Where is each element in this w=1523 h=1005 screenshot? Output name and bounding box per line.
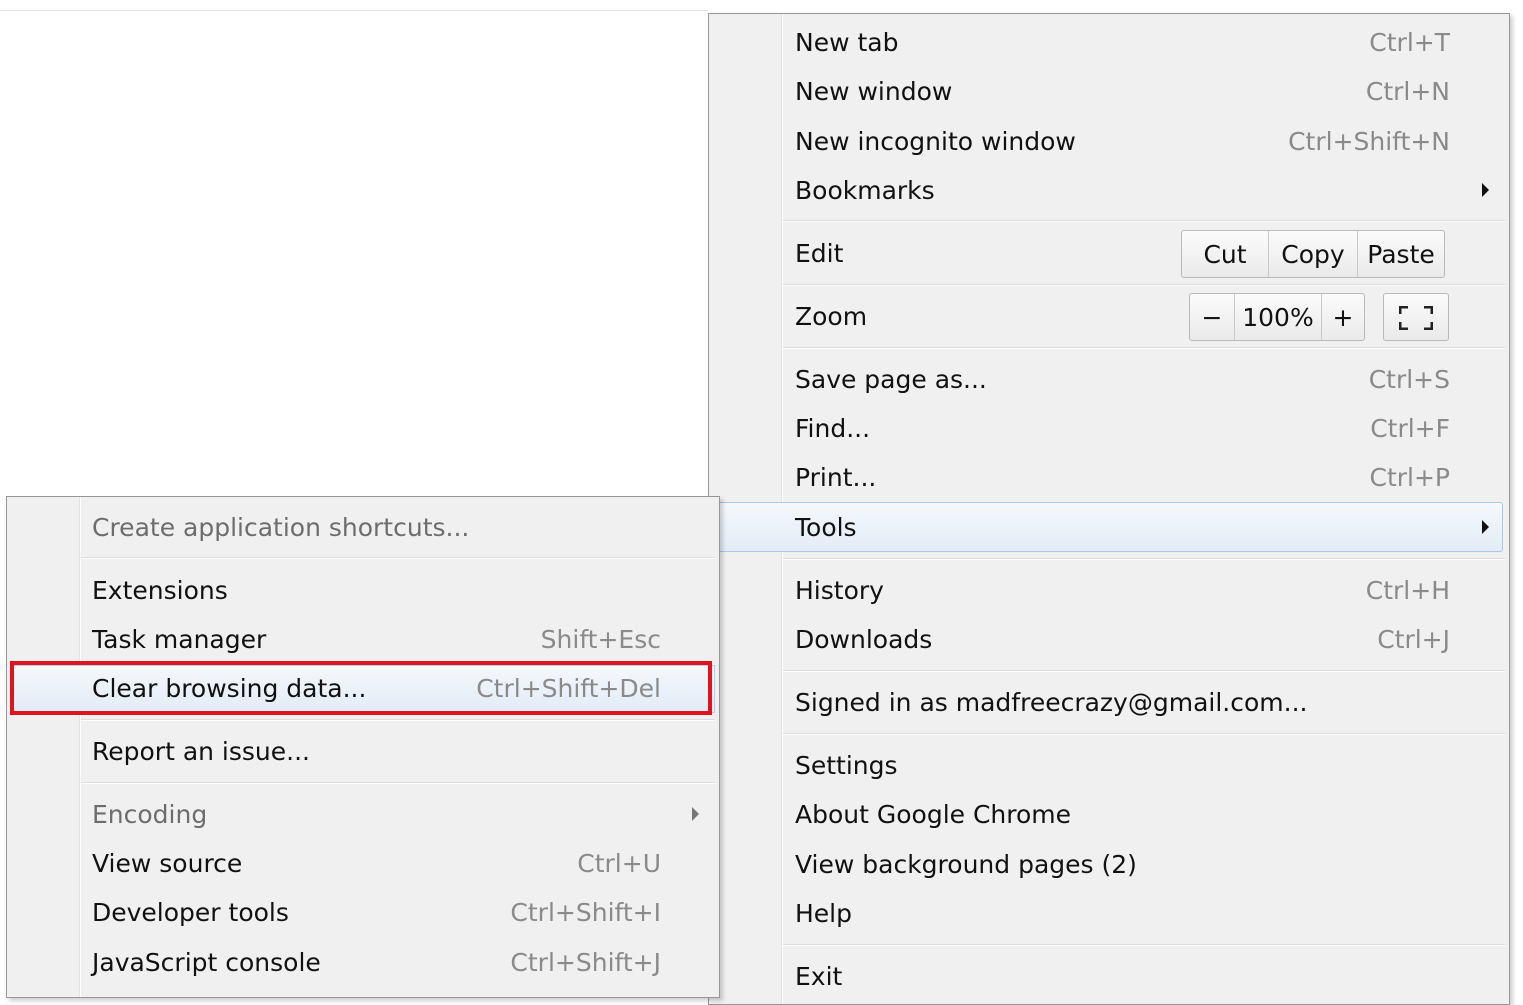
menu-item-label: Edit — [795, 238, 844, 268]
menu-item-new-incognito-window[interactable]: New incognito window Ctrl+Shift+N — [709, 117, 1509, 165]
menu-item-label: Signed in as madfreecrazy@gmail.com... — [795, 687, 1308, 717]
page-top-border — [0, 10, 708, 11]
submenu-item-extensions[interactable]: Extensions — [7, 566, 719, 614]
submenu-item-javascript-console[interactable]: JavaScript console Ctrl+Shift+J — [7, 938, 719, 986]
menu-item-print[interactable]: Print... Ctrl+P — [709, 453, 1509, 501]
submenu-arrow-icon — [1482, 183, 1489, 197]
menu-item-label: New tab — [795, 27, 899, 57]
menu-item-shortcut: Ctrl+S — [1368, 364, 1450, 394]
menu-separator — [783, 347, 1505, 349]
submenu-item-developer-tools[interactable]: Developer tools Ctrl+Shift+I — [7, 888, 719, 936]
copy-button[interactable]: Copy — [1269, 231, 1358, 277]
menu-item-label: Bookmarks — [795, 175, 935, 205]
menu-item-new-tab[interactable]: New tab Ctrl+T — [709, 18, 1509, 66]
menu-separator — [783, 220, 1505, 222]
menu-item-shortcut: Ctrl+J — [1377, 624, 1450, 654]
zoom-button-group: − 100% + — [1189, 293, 1365, 341]
edit-button-group: Cut Copy Paste — [1181, 230, 1445, 278]
menu-item-label: Downloads — [795, 624, 933, 654]
zoom-in-button[interactable]: + — [1322, 294, 1364, 340]
menu-separator — [81, 557, 715, 559]
menu-item-save-page-as[interactable]: Save page as... Ctrl+S — [709, 355, 1509, 403]
menu-separator — [783, 733, 1505, 735]
menu-item-label: About Google Chrome — [795, 799, 1072, 829]
menu-item-label: New incognito window — [795, 126, 1076, 156]
menu-item-label: Developer tools — [92, 897, 289, 927]
submenu-arrow-icon — [1482, 520, 1489, 534]
menu-item-tools[interactable]: Tools — [709, 503, 1509, 551]
menu-item-shortcut: Ctrl+H — [1365, 575, 1450, 605]
submenu-item-create-application-shortcuts: Create application shortcuts... — [7, 503, 719, 551]
menu-item-exit[interactable]: Exit — [709, 952, 1509, 1000]
menu-item-shortcut: Ctrl+T — [1369, 27, 1450, 57]
menu-item-label: Encoding — [92, 799, 208, 829]
menu-item-label: New window — [795, 76, 953, 106]
zoom-out-button[interactable]: − — [1190, 294, 1235, 340]
submenu-arrow-icon — [692, 807, 699, 821]
menu-item-shortcut: Ctrl+Shift+J — [510, 947, 661, 977]
tools-submenu: Create application shortcuts... Extensio… — [6, 496, 720, 998]
menu-item-history[interactable]: History Ctrl+H — [709, 566, 1509, 614]
menu-item-label: Report an issue... — [92, 736, 310, 766]
menu-item-label: Print... — [795, 462, 877, 492]
menu-item-label: History — [795, 575, 884, 605]
menu-item-settings[interactable]: Settings — [709, 741, 1509, 789]
clear-browsing-data-callout-box — [10, 661, 712, 715]
menu-separator — [783, 670, 1505, 672]
menu-item-shortcut: Ctrl+Shift+N — [1288, 126, 1450, 156]
submenu-item-task-manager[interactable]: Task manager Shift+Esc — [7, 615, 719, 663]
menu-separator — [81, 719, 715, 721]
menu-item-shortcut: Ctrl+U — [577, 848, 661, 878]
menu-item-shortcut: Shift+Esc — [540, 624, 661, 654]
menu-item-label: View background pages (2) — [795, 849, 1137, 879]
fullscreen-icon — [1399, 306, 1433, 330]
menu-item-help[interactable]: Help — [709, 889, 1509, 937]
submenu-item-view-source[interactable]: View source Ctrl+U — [7, 839, 719, 887]
menu-item-label: Exit — [795, 961, 843, 991]
menu-item-label: View source — [92, 848, 243, 878]
menu-separator — [81, 782, 715, 784]
submenu-item-report-an-issue[interactable]: Report an issue... — [7, 727, 719, 775]
menu-item-shortcut: Ctrl+F — [1370, 413, 1450, 443]
menu-item-bookmarks[interactable]: Bookmarks — [709, 166, 1509, 214]
menu-item-new-window[interactable]: New window Ctrl+N — [709, 67, 1509, 115]
menu-item-label: Task manager — [92, 624, 267, 654]
fullscreen-button[interactable] — [1383, 293, 1449, 341]
chrome-main-menu: New tab Ctrl+T New window Ctrl+N New inc… — [645, 13, 1510, 1005]
menu-item-label: Zoom — [795, 301, 868, 331]
menu-separator — [783, 944, 1505, 946]
menu-separator — [783, 284, 1505, 286]
paste-button[interactable]: Paste — [1358, 231, 1444, 277]
menu-item-shortcut: Ctrl+P — [1369, 462, 1450, 492]
zoom-level: 100% — [1235, 294, 1322, 340]
menu-item-shortcut: Ctrl+N — [1365, 76, 1450, 106]
menu-item-label: Find... — [795, 413, 871, 443]
menu-item-downloads[interactable]: Downloads Ctrl+J — [709, 615, 1509, 663]
cut-button[interactable]: Cut — [1182, 231, 1269, 277]
menu-item-signed-in[interactable]: Signed in as madfreecrazy@gmail.com... — [709, 678, 1509, 726]
submenu-item-encoding: Encoding — [7, 790, 719, 838]
menu-item-label: Save page as... — [795, 364, 987, 394]
menu-item-find[interactable]: Find... Ctrl+F — [709, 404, 1509, 452]
menu-item-about-google-chrome[interactable]: About Google Chrome — [709, 790, 1509, 838]
menu-item-label: Tools — [795, 512, 857, 542]
menu-item-label: Extensions — [92, 575, 228, 605]
menu-item-label: Create application shortcuts... — [92, 512, 470, 542]
menu-item-shortcut: Ctrl+Shift+I — [510, 897, 661, 927]
menu-separator — [783, 558, 1505, 560]
menu-item-label: Help — [795, 898, 852, 928]
menu-item-view-background-pages[interactable]: View background pages (2) — [709, 840, 1509, 888]
menu-item-label: JavaScript console — [92, 947, 321, 977]
menu-item-label: Settings — [795, 750, 898, 780]
